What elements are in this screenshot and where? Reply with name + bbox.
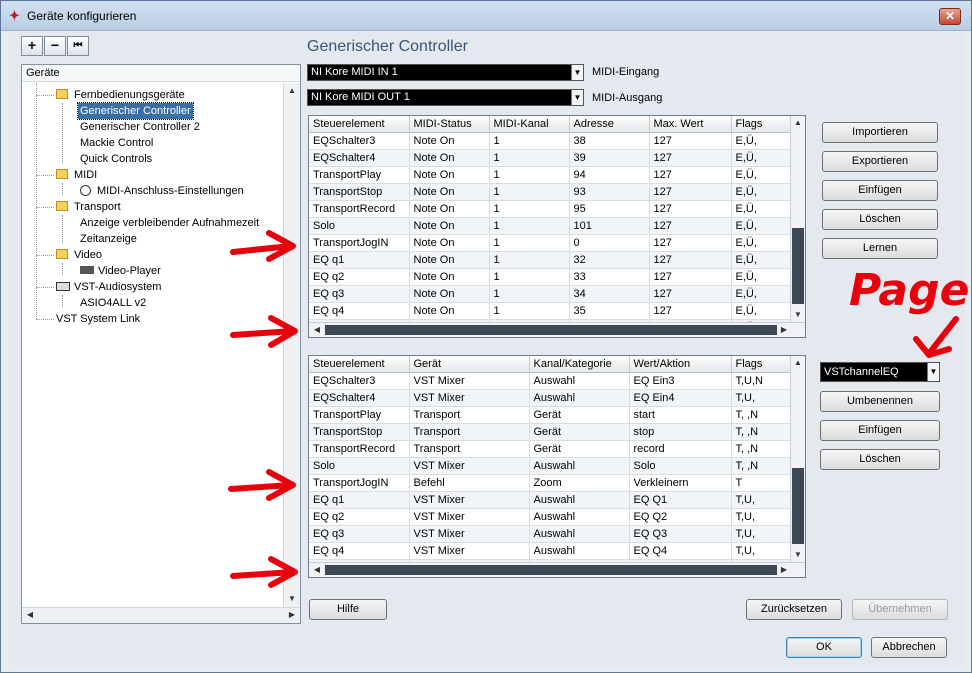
red-annotations: Page (228, 230, 969, 588)
arrow-annotation-4 (230, 556, 298, 588)
arrow-annotation-3 (228, 469, 296, 501)
page-annotation-text: Page (849, 265, 969, 316)
arrow-annotation-2 (230, 315, 298, 348)
down-arrow-annotation (913, 316, 959, 358)
device-setup-window: ✦ Geräte konfigurieren ✕ + − ⏮ Geräte Fe… (0, 0, 972, 673)
arrow-annotation-1 (230, 230, 296, 262)
